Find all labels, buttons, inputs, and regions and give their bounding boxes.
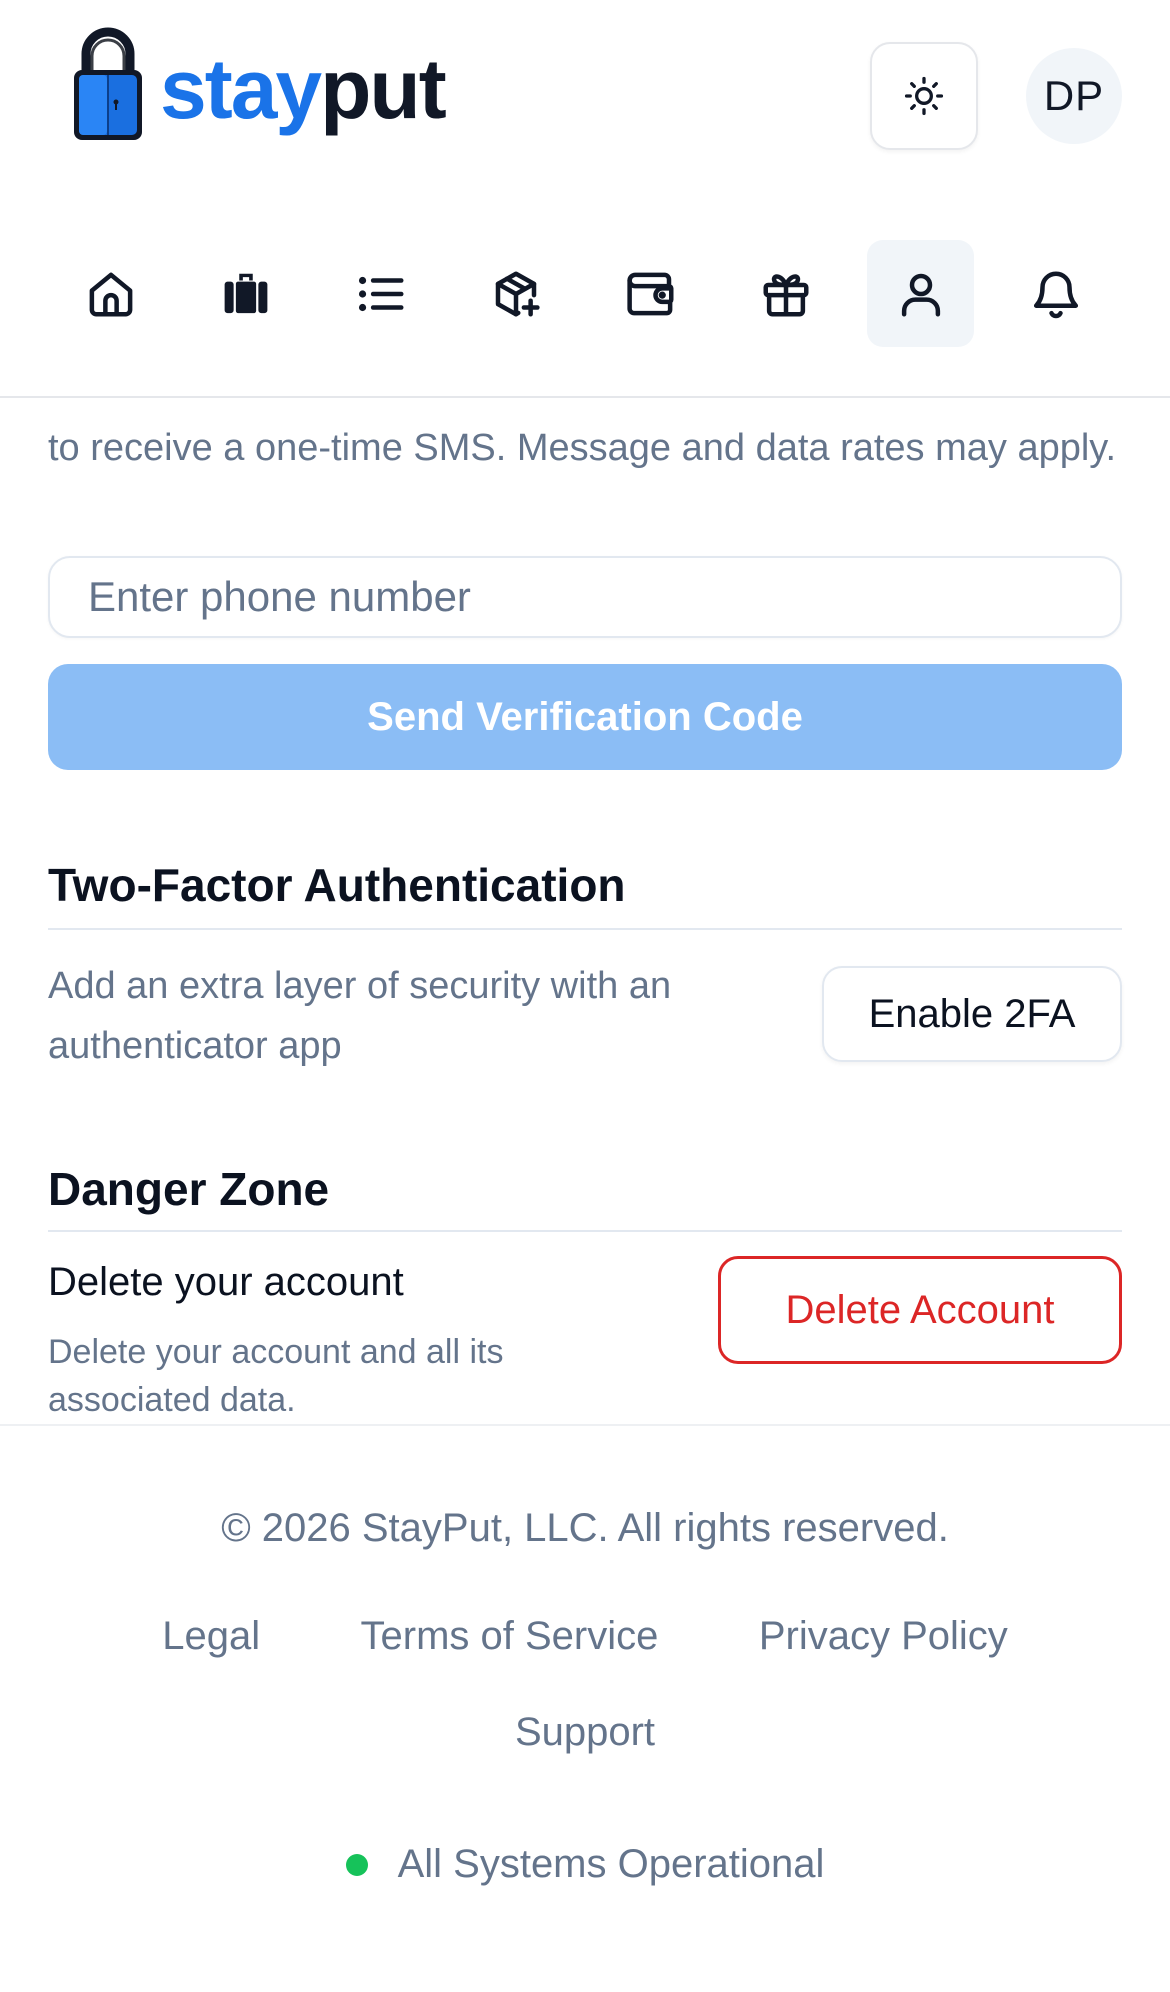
footer-link-legal[interactable]: Legal (162, 1614, 260, 1658)
luggage-icon (224, 273, 267, 313)
nav-item-gift[interactable] (732, 240, 839, 347)
nav-item-list[interactable] (327, 240, 434, 347)
padlock-logo-icon (74, 27, 142, 140)
bell-icon (1033, 271, 1078, 318)
footer: © 2026 StayPut, LLC. All rights reserved… (0, 1424, 1170, 1992)
sms-description: to receive a one-time SMS. Message and d… (48, 427, 1117, 469)
nav-item-wallet[interactable] (597, 240, 704, 347)
danger-zone-title: Danger Zone (48, 1163, 330, 1215)
system-status-text: All Systems Operational (397, 1842, 825, 1886)
delete-account-button[interactable]: Delete Account (718, 1256, 1122, 1364)
send-verification-code-button[interactable]: Send Verification Code (48, 664, 1122, 770)
brand-name-put: put (320, 42, 447, 136)
nav-item-profile[interactable] (867, 240, 974, 347)
enable-2fa-button[interactable]: Enable 2FA (822, 966, 1122, 1062)
two-factor-description: Add an extra layer of security with an a… (48, 965, 672, 1067)
home-icon (89, 272, 132, 316)
logo[interactable]: stayput (72, 24, 447, 144)
two-factor-divider (48, 928, 1122, 930)
brand-name-stay: stay (160, 42, 322, 136)
user-icon (901, 273, 940, 316)
main-nav (57, 240, 1109, 347)
delete-account-description: Delete your account and all its associat… (48, 1333, 504, 1419)
footer-link-terms[interactable]: Terms of Service (361, 1614, 659, 1658)
package-plus-icon (495, 271, 540, 316)
wallet-icon (626, 272, 673, 315)
app-header: stayput DP (0, 0, 1170, 398)
delete-account-heading: Delete your account (48, 1260, 404, 1304)
nav-item-luggage[interactable] (192, 240, 299, 347)
system-status[interactable]: All Systems Operational (0, 1842, 1170, 1887)
list-icon (358, 276, 403, 311)
sun-icon (904, 76, 944, 116)
gift-icon (763, 273, 808, 316)
brand-name: stayput (160, 47, 447, 131)
footer-link-support[interactable]: Support (0, 1710, 1170, 1755)
phone-number-input[interactable] (48, 556, 1122, 638)
nav-item-notifications[interactable] (1002, 240, 1109, 347)
nav-item-add-package[interactable] (462, 240, 569, 347)
theme-toggle-button[interactable] (870, 42, 978, 150)
footer-link-privacy[interactable]: Privacy Policy (759, 1614, 1008, 1658)
footer-links: Legal Terms of Service Privacy Policy (0, 1614, 1170, 1659)
status-indicator-dot (345, 1853, 368, 1876)
nav-item-home[interactable] (57, 240, 164, 347)
two-factor-title: Two-Factor Authentication (48, 859, 626, 911)
danger-zone-divider (48, 1230, 1122, 1232)
copyright-text: © 2026 StayPut, LLC. All rights reserved… (221, 1506, 949, 1550)
avatar[interactable]: DP (1026, 48, 1122, 144)
